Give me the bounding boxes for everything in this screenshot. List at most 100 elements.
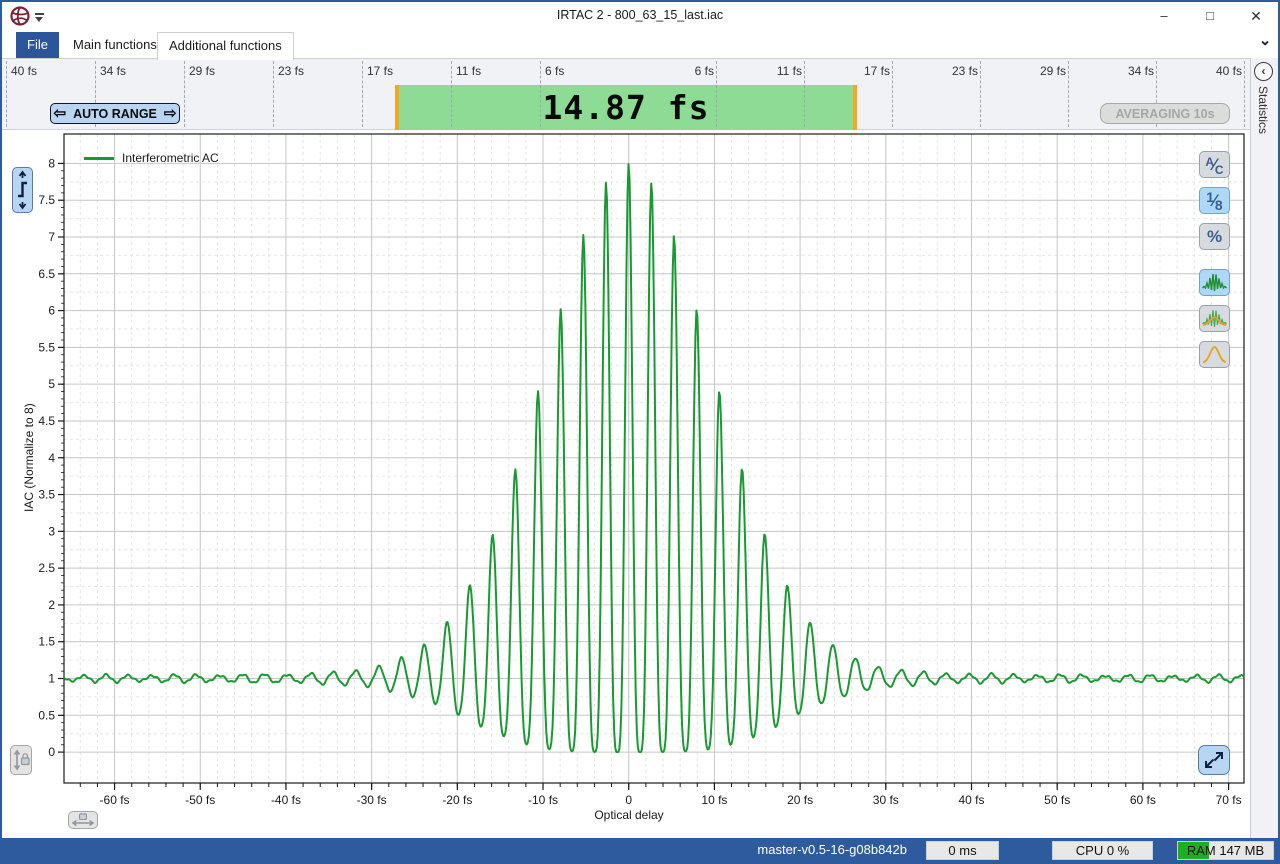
cpu-indicator: CPU 0 % — [1052, 841, 1153, 860]
svg-text:4.5: 4.5 — [38, 414, 55, 428]
svg-text:7.5: 7.5 — [38, 193, 55, 207]
ruler-tick-label: 23 fs — [952, 64, 978, 78]
svg-text:0: 0 — [48, 745, 55, 759]
interferometric-trace-button[interactable] — [1199, 269, 1230, 296]
ruler-tick-label: 6 fs — [545, 64, 564, 78]
ruler-tick-label: 11 fs — [456, 64, 481, 78]
x-axis-lock-button[interactable] — [68, 811, 98, 829]
svg-text:6.5: 6.5 — [38, 267, 55, 281]
interferometric-trace-icon — [1202, 272, 1227, 293]
expand-fullscreen-button[interactable] — [1198, 745, 1230, 775]
svg-text:10 fs: 10 fs — [701, 793, 727, 807]
one-eighth-normalize-button[interactable]: 1⁄8 — [1199, 187, 1230, 214]
latency-indicator: 0 ms — [926, 841, 999, 860]
measurement-ruler-panel: 14.87 fs 40 fs34 fs29 fs23 fs17 fs11 fs6… — [2, 58, 1278, 130]
ac-ratio-button[interactable]: A⁄C — [1199, 151, 1230, 178]
iac-plot-canvas[interactable]: -60 fs -50 fs -40 fs -30 fs -20 fs -10 fs 0 10 … — [2, 130, 1250, 838]
svg-text:4: 4 — [48, 451, 55, 465]
intensity-ac-icon — [1202, 308, 1227, 329]
ruler-tick-label: 23 fs — [278, 64, 304, 78]
ruler-tick-label: 34 fs — [1128, 64, 1154, 78]
ruler-tick: 11 fs — [451, 61, 452, 127]
expand-arrows-icon — [1203, 749, 1225, 771]
svg-text:-20 fs: -20 fs — [442, 793, 472, 807]
ruler-tick: 23 fs — [980, 61, 981, 127]
svg-text:50 fs: 50 fs — [1044, 793, 1070, 807]
svg-text:40 fs: 40 fs — [958, 793, 984, 807]
svg-text:-50 fs: -50 fs — [185, 793, 215, 807]
intensity-ac-trace-button[interactable] — [1199, 305, 1230, 332]
version-label: master-v0.5-16-g08b842b — [757, 842, 907, 857]
ac-ratio-label: A⁄C — [1205, 156, 1223, 173]
statistics-expand-chevron-icon[interactable]: ‹ — [1254, 62, 1273, 81]
collapse-ribbon-icon[interactable]: ⌄ — [1256, 34, 1274, 52]
gaussian-curve-icon — [1202, 344, 1227, 365]
percent-button[interactable]: % — [1199, 223, 1230, 250]
y-axis-title: IAC (Normalize to 8) — [22, 328, 36, 588]
tab-file[interactable]: File — [16, 32, 59, 58]
percent-label: % — [1207, 227, 1222, 247]
svg-text:60 fs: 60 fs — [1130, 793, 1156, 807]
svg-text:7: 7 — [48, 230, 55, 244]
svg-text:5: 5 — [48, 377, 55, 391]
svg-text:6: 6 — [48, 304, 55, 318]
chart-area: -60 fs -50 fs -40 fs -30 fs -20 fs -10 fs 0 10 … — [2, 130, 1250, 838]
legend: Interferometric AC — [84, 151, 219, 165]
gaussian-fit-button[interactable] — [1199, 341, 1230, 368]
app-window: IRTAC 2 - 800_63_15_last.iac – □ ✕ File … — [0, 0, 1280, 864]
minimize-button[interactable]: – — [1147, 4, 1181, 28]
ruler-tick-label: 40 fs — [1216, 64, 1242, 78]
maximize-button[interactable]: □ — [1193, 4, 1227, 28]
menu-tab-bar: File Main functions Additional functions… — [2, 30, 1278, 58]
svg-text:0.5: 0.5 — [38, 708, 55, 722]
x-axis-title: Optical delay — [529, 808, 729, 822]
svg-text:1: 1 — [48, 672, 55, 686]
svg-text:-30 fs: -30 fs — [357, 793, 387, 807]
auto-range-left-arrow-icon: ⇦ — [54, 106, 67, 121]
svg-text:70 fs: 70 fs — [1216, 793, 1242, 807]
autoscale-y-icon — [15, 170, 30, 210]
x-lock-icon — [71, 813, 95, 827]
ruler-tick: 11 fs — [804, 61, 805, 127]
ruler-tick: 6 fs — [540, 61, 541, 127]
ruler-tick: 29 fs — [184, 61, 185, 127]
svg-text:-60 fs: -60 fs — [100, 793, 130, 807]
svg-text:1.5: 1.5 — [38, 635, 55, 649]
ruler-tick-label: 6 fs — [695, 64, 714, 78]
statistics-panel-strip: ‹ Statistics — [1250, 58, 1278, 838]
window-title: IRTAC 2 - 800_63_15_last.iac — [2, 8, 1278, 22]
close-button[interactable]: ✕ — [1239, 4, 1273, 28]
ruler-tick-label: 29 fs — [189, 64, 215, 78]
svg-text:2: 2 — [48, 598, 55, 612]
ruler-tick: 40 fs — [1244, 61, 1245, 127]
svg-text:-10 fs: -10 fs — [528, 793, 558, 807]
ruler-tick: 40 fs — [6, 61, 7, 127]
ruler-tick: 6 fs — [716, 61, 717, 127]
averaging-button[interactable]: AVERAGING 10s — [1100, 103, 1230, 124]
svg-text:5.5: 5.5 — [38, 340, 55, 354]
status-bar: master-v0.5-16-g08b842b 0 ms CPU 0 % RAM… — [0, 838, 1280, 864]
svg-text:30 fs: 30 fs — [873, 793, 899, 807]
svg-text:2.5: 2.5 — [38, 561, 55, 575]
ruler-tick-label: 29 fs — [1040, 64, 1066, 78]
autoscale-y-button[interactable] — [12, 167, 33, 213]
svg-text:0: 0 — [625, 793, 632, 807]
ruler-tick: 23 fs — [273, 61, 274, 127]
legend-line-swatch — [84, 157, 114, 160]
auto-range-button[interactable]: ⇦ AUTO RANGE ⇨ — [50, 103, 180, 124]
ruler-tick-label: 11 fs — [777, 64, 802, 78]
svg-text:-40 fs: -40 fs — [271, 793, 301, 807]
svg-text:3: 3 — [48, 524, 55, 538]
tab-additional-functions[interactable]: Additional functions — [157, 32, 294, 60]
one-eighth-label: 1⁄8 — [1206, 192, 1222, 209]
tab-main-functions[interactable]: Main functions — [62, 32, 168, 58]
ruler-tick-label: 17 fs — [864, 64, 890, 78]
title-bar: IRTAC 2 - 800_63_15_last.iac – □ ✕ — [2, 2, 1278, 30]
ram-indicator: RAM 147 MB — [1177, 841, 1274, 860]
y-lock-icon — [12, 748, 30, 772]
svg-text:3.5: 3.5 — [38, 488, 55, 502]
y-axis-lock-button[interactable] — [10, 745, 32, 775]
ruler-tick: 17 fs — [362, 61, 363, 127]
svg-text:20 fs: 20 fs — [787, 793, 813, 807]
ruler-tick-label: 34 fs — [100, 64, 126, 78]
